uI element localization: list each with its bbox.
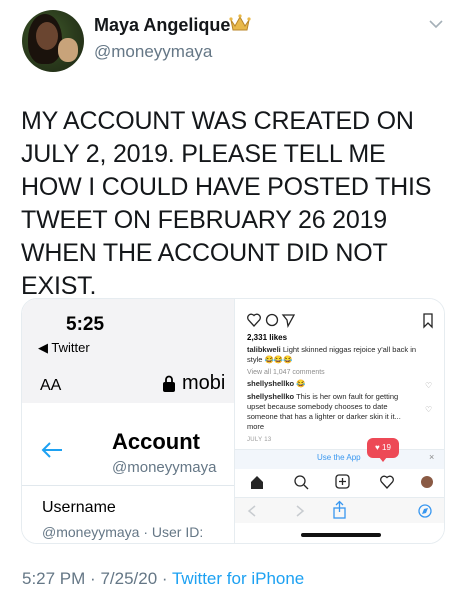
- post-actions-row: [247, 313, 433, 329]
- tweet-text: MY ACCOUNT WAS CREATED ON JULY 2, 2019. …: [21, 107, 432, 300]
- username-label: Username: [42, 499, 116, 516]
- back-arrow-icon: [41, 442, 62, 458]
- avatar[interactable]: [22, 10, 84, 72]
- comment-heart-icon: ♡: [425, 381, 433, 390]
- meta-separator: ·: [90, 569, 101, 588]
- right-screenshot: 2,331 likes talibkweli Light skinned nig…: [234, 299, 444, 543]
- username-value: @moneyymaya · User ID:: [42, 524, 204, 540]
- comment-icon: [265, 313, 279, 327]
- close-icon: ×: [429, 452, 435, 462]
- tweet-date: 7/25/20: [100, 569, 158, 588]
- divider: [22, 485, 234, 486]
- share-icon: [281, 314, 296, 328]
- author-handle[interactable]: @moneyymaya: [94, 42, 212, 62]
- home-indicator: [301, 533, 381, 537]
- browser-toolbar-icons: [247, 500, 432, 519]
- browser-toolbar: [235, 497, 444, 523]
- post-caption: talibkweli Light skinned niggas rejoice …: [247, 345, 427, 365]
- back-to-twitter: ◀ Twitter: [38, 340, 90, 355]
- use-app-label: Use the App: [317, 453, 361, 462]
- tweet-meta: 5:27 PM · 7/25/20 · Twitter for iPhone: [22, 569, 304, 589]
- likes-count: 2,331 likes: [247, 333, 288, 342]
- comment-heart-icon: ♡: [425, 405, 433, 414]
- notification-badge: ♥ 19: [367, 438, 399, 462]
- comment-1-text: 😂: [296, 379, 306, 388]
- tweet-source[interactable]: Twitter for iPhone: [172, 569, 304, 588]
- comment-1-user: shellyshellko: [247, 379, 295, 388]
- add-post-icon: [335, 474, 350, 489]
- share-box-icon: [333, 500, 346, 519]
- status-time: 5:25: [66, 314, 105, 335]
- view-all-comments: View all 1,047 comments: [247, 369, 325, 376]
- comment-2: shellyshellko This is her own fault for …: [247, 392, 417, 432]
- lock-icon: [163, 375, 175, 392]
- browser-forward-icon: [296, 505, 305, 517]
- bottom-nav: [251, 474, 433, 490]
- account-title: Account: [112, 429, 200, 454]
- chevron-down-icon[interactable]: [428, 18, 444, 30]
- crown-icon: [229, 14, 251, 31]
- caption-user: talibkweli: [247, 345, 281, 354]
- avatar-dog: [58, 38, 78, 62]
- profile-icon: [421, 476, 433, 488]
- author-name[interactable]: Maya Angelique: [94, 15, 230, 36]
- comment-2-user: shellyshellko: [247, 392, 295, 401]
- left-screenshot: 5:25 ◀ Twitter AA mobi Account @moneyyma…: [22, 299, 234, 543]
- tweet-media[interactable]: 5:25 ◀ Twitter AA mobi Account @moneyyma…: [21, 298, 445, 544]
- account-handle: @moneyymaya: [112, 459, 217, 476]
- compass-icon: [418, 504, 432, 518]
- meta-separator: ·: [161, 569, 172, 588]
- post-date: JULY 13: [247, 437, 272, 443]
- url-partial: mobi: [182, 372, 226, 394]
- text-size-label: AA: [40, 377, 62, 394]
- home-icon: [251, 476, 263, 489]
- avatar-face: [36, 22, 58, 50]
- browser-back-icon: [247, 505, 256, 517]
- heart-icon: [247, 313, 261, 327]
- tweet-time: 5:27 PM: [22, 569, 86, 588]
- badge-count: 19: [382, 443, 391, 452]
- search-icon: [294, 475, 309, 490]
- activity-heart-icon: [380, 475, 394, 489]
- comment-1: shellyshellko 😂: [247, 379, 417, 389]
- bookmark-icon: [423, 313, 433, 329]
